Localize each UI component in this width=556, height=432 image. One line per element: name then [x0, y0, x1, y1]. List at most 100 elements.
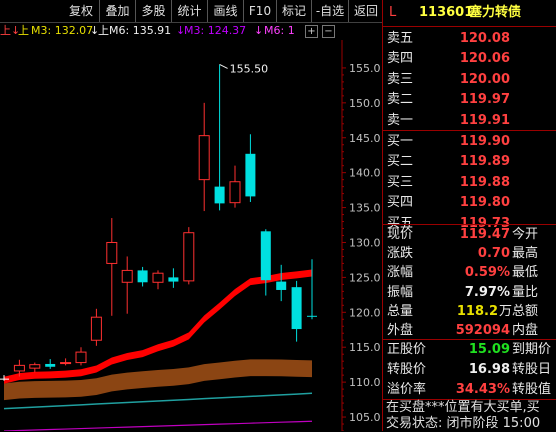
ma3-up-label: 上	[18, 24, 29, 37]
row-label: 卖一	[387, 112, 414, 128]
quote-header: L 113601 塞力转债	[383, 0, 556, 27]
toolbar-draw-button[interactable]: 画线	[207, 0, 243, 22]
toolbar-mark-button[interactable]: 标记	[276, 0, 311, 22]
row-label-2: 转股值	[512, 382, 552, 397]
toolbar-back-button[interactable]: 返回	[348, 0, 383, 22]
row-value: 118.2	[456, 303, 498, 319]
bid-row: 买二 119.89	[383, 151, 556, 172]
ask-row: 卖一 119.91	[383, 110, 556, 131]
row-label-2: 最低	[512, 265, 539, 281]
toolbar-watchlist-button[interactable]: -自选	[311, 0, 348, 22]
bid-row: 买三 119.88	[383, 172, 556, 193]
row-value: 119.89	[459, 154, 510, 170]
row-label: 卖二	[387, 92, 414, 108]
row-label-2: 内盘	[512, 323, 539, 338]
row-label: 卖三	[387, 71, 414, 87]
quote-row: 涨跌 0.70 最高	[383, 243, 556, 264]
candle-body	[245, 153, 256, 197]
candle-body	[121, 269, 133, 283]
row-label-2: 转股日	[512, 362, 552, 377]
price-tick-label: 110.0	[349, 376, 381, 389]
quote-row: 外盘 592094 内盘	[383, 320, 556, 341]
ma6b-arrow-icon: ↓	[254, 24, 264, 37]
stock-name: 塞力转债	[469, 5, 522, 20]
row-value: 16.98	[468, 362, 510, 377]
row-value: 119.88	[459, 174, 510, 190]
row-label-2: 总额	[512, 303, 539, 319]
row-value: 119.91	[459, 112, 510, 128]
price-tick-label: 140.0	[349, 167, 381, 180]
candle-body	[137, 270, 148, 283]
high-marker-label: 155.50	[230, 62, 269, 75]
row-label: 买二	[387, 154, 414, 170]
price-tick-label: 125.0	[349, 271, 381, 284]
ask-row: 卖五 120.08	[383, 28, 556, 49]
row-value: 34.43%	[455, 382, 510, 397]
row-label: 外盘	[387, 323, 414, 338]
candle-body	[90, 316, 102, 341]
row-label: 振幅	[387, 284, 414, 300]
candle-body	[60, 362, 72, 365]
row-value: 120.08	[459, 31, 510, 46]
trade-status: 交易状态: 闭市阶段 15:00	[386, 416, 541, 431]
row-label-2: 今开	[512, 227, 539, 242]
stock-row: 溢价率 34.43% 转股值	[383, 379, 556, 400]
ask-row: 卖四 120.06	[383, 48, 556, 69]
chart-toolbar: 复权 叠加 多股 统计 画线 F10 标记 -自选 返回	[0, 0, 382, 23]
bid-row: 买一 119.90	[383, 131, 556, 152]
candle-body	[276, 281, 287, 290]
toolbar-stats-button[interactable]: 统计	[171, 0, 207, 22]
candle-body	[229, 181, 241, 204]
row-value: 7.97%	[464, 284, 510, 300]
candle-body	[198, 135, 210, 181]
quote-row: 总量 118.2 万总额	[383, 301, 556, 322]
row-label-2: 最高	[512, 246, 539, 262]
stock-row: 转股价 16.98 转股日	[383, 359, 556, 380]
candle-body	[0, 378, 9, 380]
toolbar-multi-stock-button[interactable]: 多股	[135, 0, 171, 22]
toolbar-f10-button[interactable]: F10	[243, 0, 276, 22]
row-value: 0.59%	[464, 265, 510, 281]
row-value: 119.90	[459, 134, 510, 149]
price-tick-label: 135.0	[349, 202, 381, 215]
candle-body	[260, 231, 271, 281]
toolbar-overlay-button[interactable]: 叠加	[99, 0, 135, 22]
row-label: 总量	[387, 303, 414, 319]
ma-up-label: 上	[0, 24, 11, 37]
row-label: 买四	[387, 195, 414, 211]
row-label-2: 量比	[512, 284, 539, 300]
toolbar-fuquan-button[interactable]: 复权	[64, 0, 98, 22]
ma3b-value: M3: 124.37	[184, 24, 247, 37]
candle-body	[106, 241, 118, 264]
kline-chart[interactable]: 155.0 150.0 145.0 140.0 135.0 130.0 125.0 120.0…	[0, 40, 382, 431]
quote-panel: L 113601 塞力转债 卖五 120.08 卖四 120.06 卖三 120.00 卖二…	[383, 0, 556, 431]
row-value: 0.70	[477, 246, 510, 262]
row-label: 买三	[387, 174, 414, 190]
price-tick-label: 150.0	[349, 97, 381, 110]
row-value: 592094	[455, 323, 510, 338]
candle-body	[152, 272, 164, 283]
row-label-2: 到期价	[512, 342, 552, 357]
row-label: 涨跌	[387, 246, 414, 262]
row-label: 现价	[387, 227, 414, 242]
candle-body	[214, 186, 225, 204]
row-label: 涨幅	[387, 265, 414, 281]
candle-body	[183, 232, 195, 282]
zoom-in-button[interactable]: +	[305, 25, 318, 38]
zoom-out-button[interactable]: −	[322, 25, 335, 38]
row-label: 买一	[387, 134, 414, 149]
row-label: 卖五	[387, 31, 414, 46]
ask-row: 卖二 119.97	[383, 89, 556, 110]
row-value: 120.06	[459, 51, 510, 67]
candle-body	[291, 287, 302, 330]
big-order-message: 在买盘***位置有大买单,买	[386, 400, 540, 415]
candle-body	[307, 315, 317, 317]
price-tick-label: 130.0	[349, 236, 381, 249]
bid-row: 买四 119.80	[383, 192, 556, 213]
candle-body	[75, 351, 87, 364]
candle-body	[168, 277, 179, 282]
price-tick-label: 115.0	[349, 341, 381, 354]
row-value: 119.80	[459, 195, 510, 211]
price-tick-label: 145.0	[349, 132, 381, 145]
row-label: 溢价率	[387, 382, 427, 397]
